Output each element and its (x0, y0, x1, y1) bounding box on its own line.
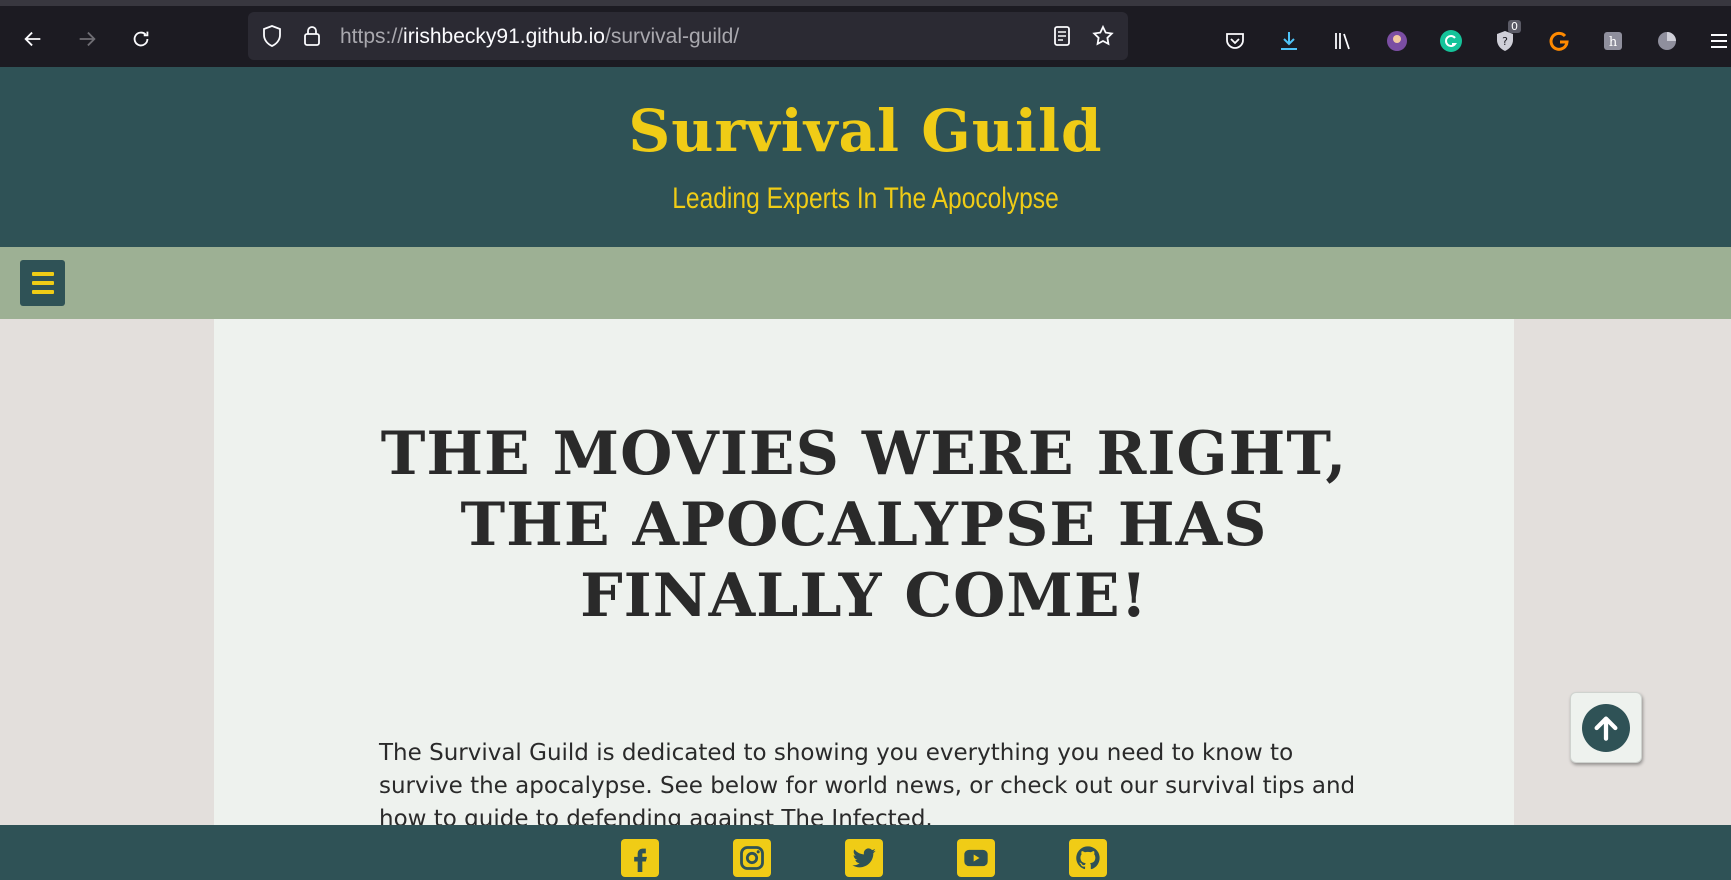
site-footer (0, 825, 1731, 880)
nav-bar (0, 247, 1731, 319)
privacy-badger-icon[interactable]: ? 0 (1492, 20, 1521, 54)
svg-text:h: h (1609, 35, 1618, 50)
main-content: THE MOVIES WERE RIGHT, THE APOCALYPSE HA… (214, 319, 1514, 825)
lock-icon (304, 26, 320, 46)
grammarly-icon[interactable] (1438, 28, 1464, 54)
facebook-icon[interactable] (621, 839, 659, 877)
site-title[interactable]: Survival Guild (0, 97, 1731, 165)
hero-headline: THE MOVIES WERE RIGHT, THE APOCALYPSE HA… (380, 419, 1348, 631)
site-tagline: Leading Experts In The Apocolypse (672, 182, 1059, 215)
twitter-icon[interactable] (845, 839, 883, 877)
library-icon[interactable] (1330, 28, 1356, 54)
extension-avatar-icon[interactable] (1384, 28, 1410, 54)
reload-icon (133, 31, 149, 47)
url-text: https://irishbecky91.github.io/survival-… (340, 25, 740, 48)
back-arrow-icon (24, 31, 41, 47)
svg-text:?: ? (1502, 35, 1508, 48)
back-button[interactable] (18, 24, 48, 54)
reload-button[interactable] (126, 24, 156, 54)
github-icon[interactable] (1069, 839, 1107, 877)
forward-arrow-icon (79, 31, 96, 47)
browser-toolbar: https://irishbecky91.github.io/survival-… (0, 0, 1731, 67)
hamburger-line (31, 272, 54, 276)
pie-chart-icon[interactable] (1654, 28, 1680, 54)
honey-icon[interactable] (1546, 28, 1572, 54)
youtube-icon[interactable] (957, 839, 995, 877)
pocket-icon[interactable] (1222, 28, 1248, 54)
intro-paragraph: The Survival Guild is dedicated to showi… (379, 740, 1356, 825)
shield-icon (263, 25, 281, 47)
forward-button[interactable] (72, 24, 102, 54)
back-to-top-button[interactable] (1570, 692, 1642, 763)
address-bar[interactable]: https://irishbecky91.github.io/survival-… (248, 12, 1128, 60)
bookmark-star-icon[interactable] (1091, 24, 1115, 48)
site-header: Survival Guild Leading Experts In The Ap… (0, 67, 1731, 247)
instagram-icon[interactable] (733, 839, 771, 877)
download-icon[interactable] (1276, 28, 1302, 54)
hamburger-line (31, 290, 54, 294)
nav-menu-button[interactable] (20, 260, 65, 306)
badge-count: 0 (1508, 20, 1521, 33)
arrow-up-circle-icon (1582, 703, 1630, 752)
hamburger-line (31, 281, 54, 285)
hamburger-menu-icon[interactable] (1706, 28, 1731, 54)
extension-puzzle-icon[interactable]: h (1600, 28, 1626, 54)
reader-view-icon[interactable] (1050, 24, 1074, 48)
